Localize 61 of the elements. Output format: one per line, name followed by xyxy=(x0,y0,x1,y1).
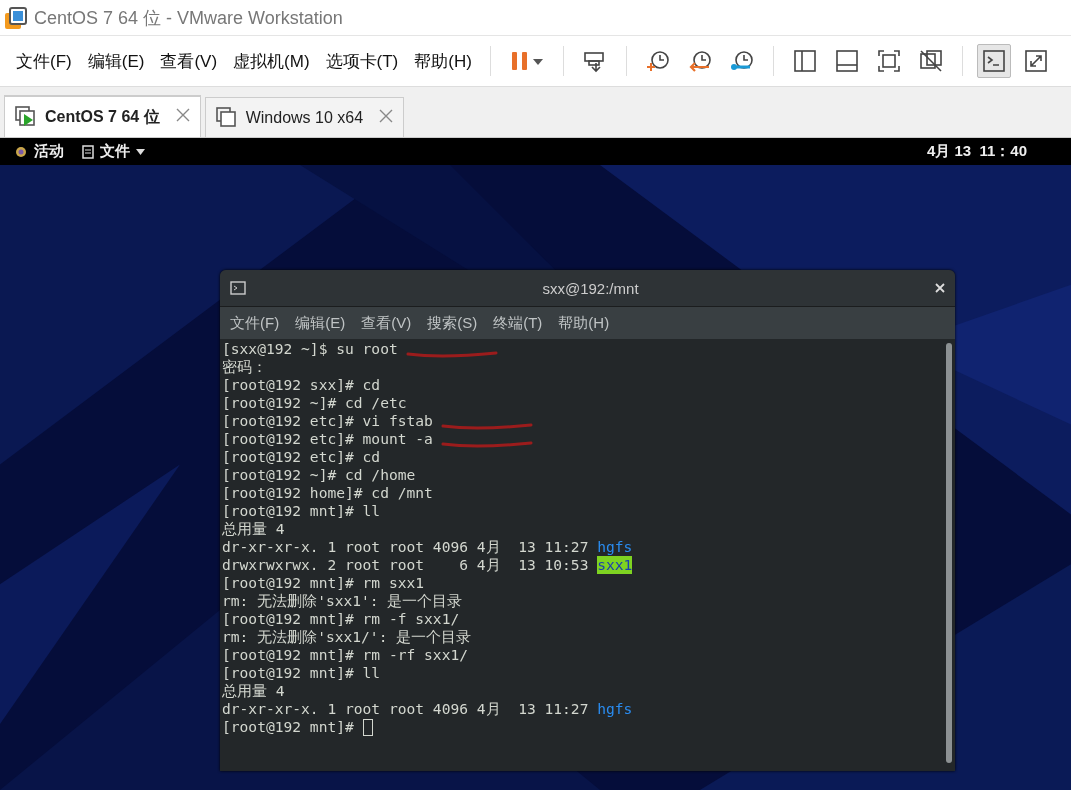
terminal-line: [root@192 ~]# cd /etc xyxy=(222,394,407,412)
clock[interactable]: 4月 13 11：40 xyxy=(926,142,1027,161)
terminal-line: [root@192 mnt]# rm -rf sxx1/ xyxy=(222,646,468,664)
tab[interactable]: Windows 10 x64 xyxy=(204,97,405,137)
bottom-panel-layout-icon xyxy=(833,48,860,74)
menu-item[interactable]: 帮助(H) xyxy=(550,310,618,336)
terminal-line: dr-xr-xr-x. 1 root root 4096 4月 13 11:27 xyxy=(222,700,590,718)
clock-plus-icon xyxy=(644,48,671,74)
scrollbar-thumb[interactable] xyxy=(946,343,952,763)
text-cursor xyxy=(362,718,373,736)
terminal-line: rm: 无法删除'sxx1': 是一个目录 xyxy=(222,592,463,610)
menu-item[interactable]: 查看(V) xyxy=(152,45,226,77)
app-logo-icon xyxy=(4,5,28,30)
terminal-line: [root@192 ~]# cd /home xyxy=(222,466,416,484)
terminal-title: sxx@192:/mnt xyxy=(541,279,640,297)
menu-item[interactable]: 终端(T) xyxy=(485,310,551,336)
directory-name: hgfs xyxy=(597,700,633,718)
terminal-line: dr-xr-xr-x. 1 root root 4096 4月 13 11:27 xyxy=(222,538,590,556)
menu-item[interactable]: 文件(F) xyxy=(222,310,288,336)
tab[interactable]: CentOS 7 64 位 xyxy=(4,95,201,137)
activities-button[interactable]: 活动 xyxy=(34,142,64,161)
terminal-icon xyxy=(980,48,1007,74)
terminal-line: [root@192 mnt]# rm -f sxx1/ xyxy=(222,610,460,628)
gnome-foot-icon xyxy=(14,144,28,159)
terminal-line: 密码： xyxy=(222,358,267,376)
toolbar-button[interactable] xyxy=(976,44,1011,78)
menu-item[interactable]: 帮助(H) xyxy=(406,45,480,77)
crossed-windows-icon xyxy=(917,48,944,74)
terminal-line: drwxrwxrwx. 2 root root 6 4月 13 10:53 xyxy=(222,556,590,574)
terminal-line: [root@192 home]# cd /mnt xyxy=(222,484,433,502)
menu-item[interactable]: 虚拟机(M) xyxy=(225,45,318,77)
menu-item[interactable]: 搜索(S) xyxy=(419,310,486,336)
terminal-line: [root@192 etc]# vi fstab xyxy=(222,412,433,430)
terminal-line: [root@192 mnt]# ll xyxy=(222,664,381,682)
caret-icon xyxy=(136,148,145,155)
terminal-line: 总用量 4 xyxy=(222,682,285,700)
menu-item[interactable]: 文件(F) xyxy=(8,45,80,77)
vm-running-icon xyxy=(15,106,37,128)
terminal-line: [root@192 mnt]# ll xyxy=(222,502,381,520)
document-icon xyxy=(82,144,94,159)
terminal-line: [root@192 mnt]# rm sxx1 xyxy=(222,574,425,592)
expand-icon xyxy=(1022,48,1049,74)
sidebar-layout-icon xyxy=(791,48,818,74)
directory-name: sxx1 xyxy=(597,556,633,574)
terminal-line: 总用量 4 xyxy=(222,520,285,538)
menu-item[interactable]: 编辑(E) xyxy=(287,310,354,336)
terminal-icon xyxy=(230,281,246,295)
menu-item[interactable]: 选项卡(T) xyxy=(317,45,407,77)
window-title: CentOS 7 64 位 - VMware Workstation xyxy=(34,6,343,30)
terminal-prompt: [root@192 mnt]# xyxy=(222,718,355,736)
vm-icon xyxy=(215,106,238,129)
terminal-line: [root@192 etc]# cd xyxy=(222,448,381,466)
fit-frame-icon xyxy=(875,48,902,74)
directory-name: hgfs xyxy=(597,538,633,556)
terminal-line: [root@192 etc]# mount -a xyxy=(222,430,433,448)
terminal-line: [sxx@192 ~]$ su root xyxy=(222,340,398,358)
menu-item[interactable]: 编辑(E) xyxy=(79,45,153,77)
menu-item[interactable]: 查看(V) xyxy=(353,310,420,336)
terminal-line: [root@192 sxx]# cd xyxy=(222,376,381,394)
terminal-line: rm: 无法删除'sxx1/': 是一个目录 xyxy=(222,628,472,646)
app-menu[interactable]: 文件 xyxy=(100,142,130,161)
